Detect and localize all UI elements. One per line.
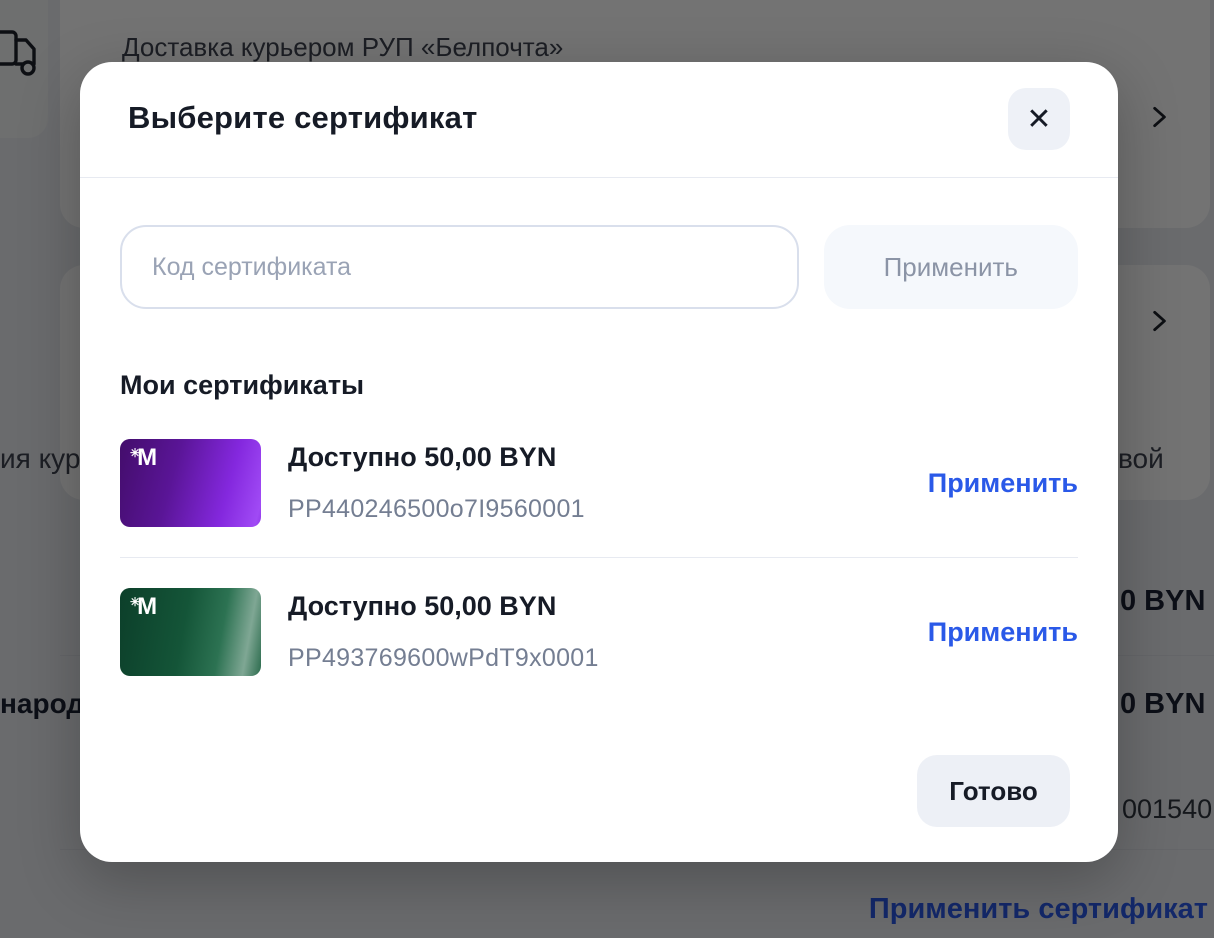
apply-code-button[interactable]: Применить xyxy=(824,225,1078,309)
done-button[interactable]: Готово xyxy=(917,755,1070,827)
logo-letter: М xyxy=(137,595,157,619)
select-certificate-modal: Выберите сертификат ✕ Применить Мои серт… xyxy=(80,62,1118,862)
modal-header: Выберите сертификат ✕ xyxy=(80,62,1118,177)
certificate-card-image: ✳М xyxy=(120,439,261,527)
certificate-code: PP440246500o7I9560001 xyxy=(288,495,928,524)
apply-certificate-button[interactable]: Применить xyxy=(928,468,1078,499)
certificate-info: Доступно 50,00 BYN PP493769600wPdT9x0001 xyxy=(288,591,928,673)
brand-logo-icon: ✳М xyxy=(130,446,157,470)
close-icon: ✕ xyxy=(1026,102,1051,137)
brand-logo-icon: ✳М xyxy=(130,595,157,619)
close-button[interactable]: ✕ xyxy=(1008,88,1070,150)
my-certificates-heading: Мои сертификаты xyxy=(120,370,1078,401)
certificate-row: ✳М Доступно 50,00 BYN PP440246500o7I9560… xyxy=(120,409,1078,557)
modal-footer: Готово xyxy=(917,755,1070,827)
certificate-row: ✳М Доступно 50,00 BYN PP493769600wPdT9x0… xyxy=(120,557,1078,706)
certificate-card-image: ✳М xyxy=(120,588,261,676)
apply-certificate-button[interactable]: Применить xyxy=(928,617,1078,648)
modal-body: Применить Мои сертификаты ✳М Доступно 50… xyxy=(80,178,1118,706)
certificate-balance: Доступно 50,00 BYN xyxy=(288,591,928,622)
certificate-code-input[interactable] xyxy=(120,225,799,309)
certificate-info: Доступно 50,00 BYN PP440246500o7I9560001 xyxy=(288,442,928,524)
modal-title: Выберите сертификат xyxy=(128,100,477,136)
certificate-balance: Доступно 50,00 BYN xyxy=(288,442,928,473)
certificate-code: PP493769600wPdT9x0001 xyxy=(288,644,928,673)
logo-letter: М xyxy=(137,446,157,470)
certificate-code-row: Применить xyxy=(120,225,1078,309)
certificate-list: ✳М Доступно 50,00 BYN PP440246500o7I9560… xyxy=(120,409,1078,706)
